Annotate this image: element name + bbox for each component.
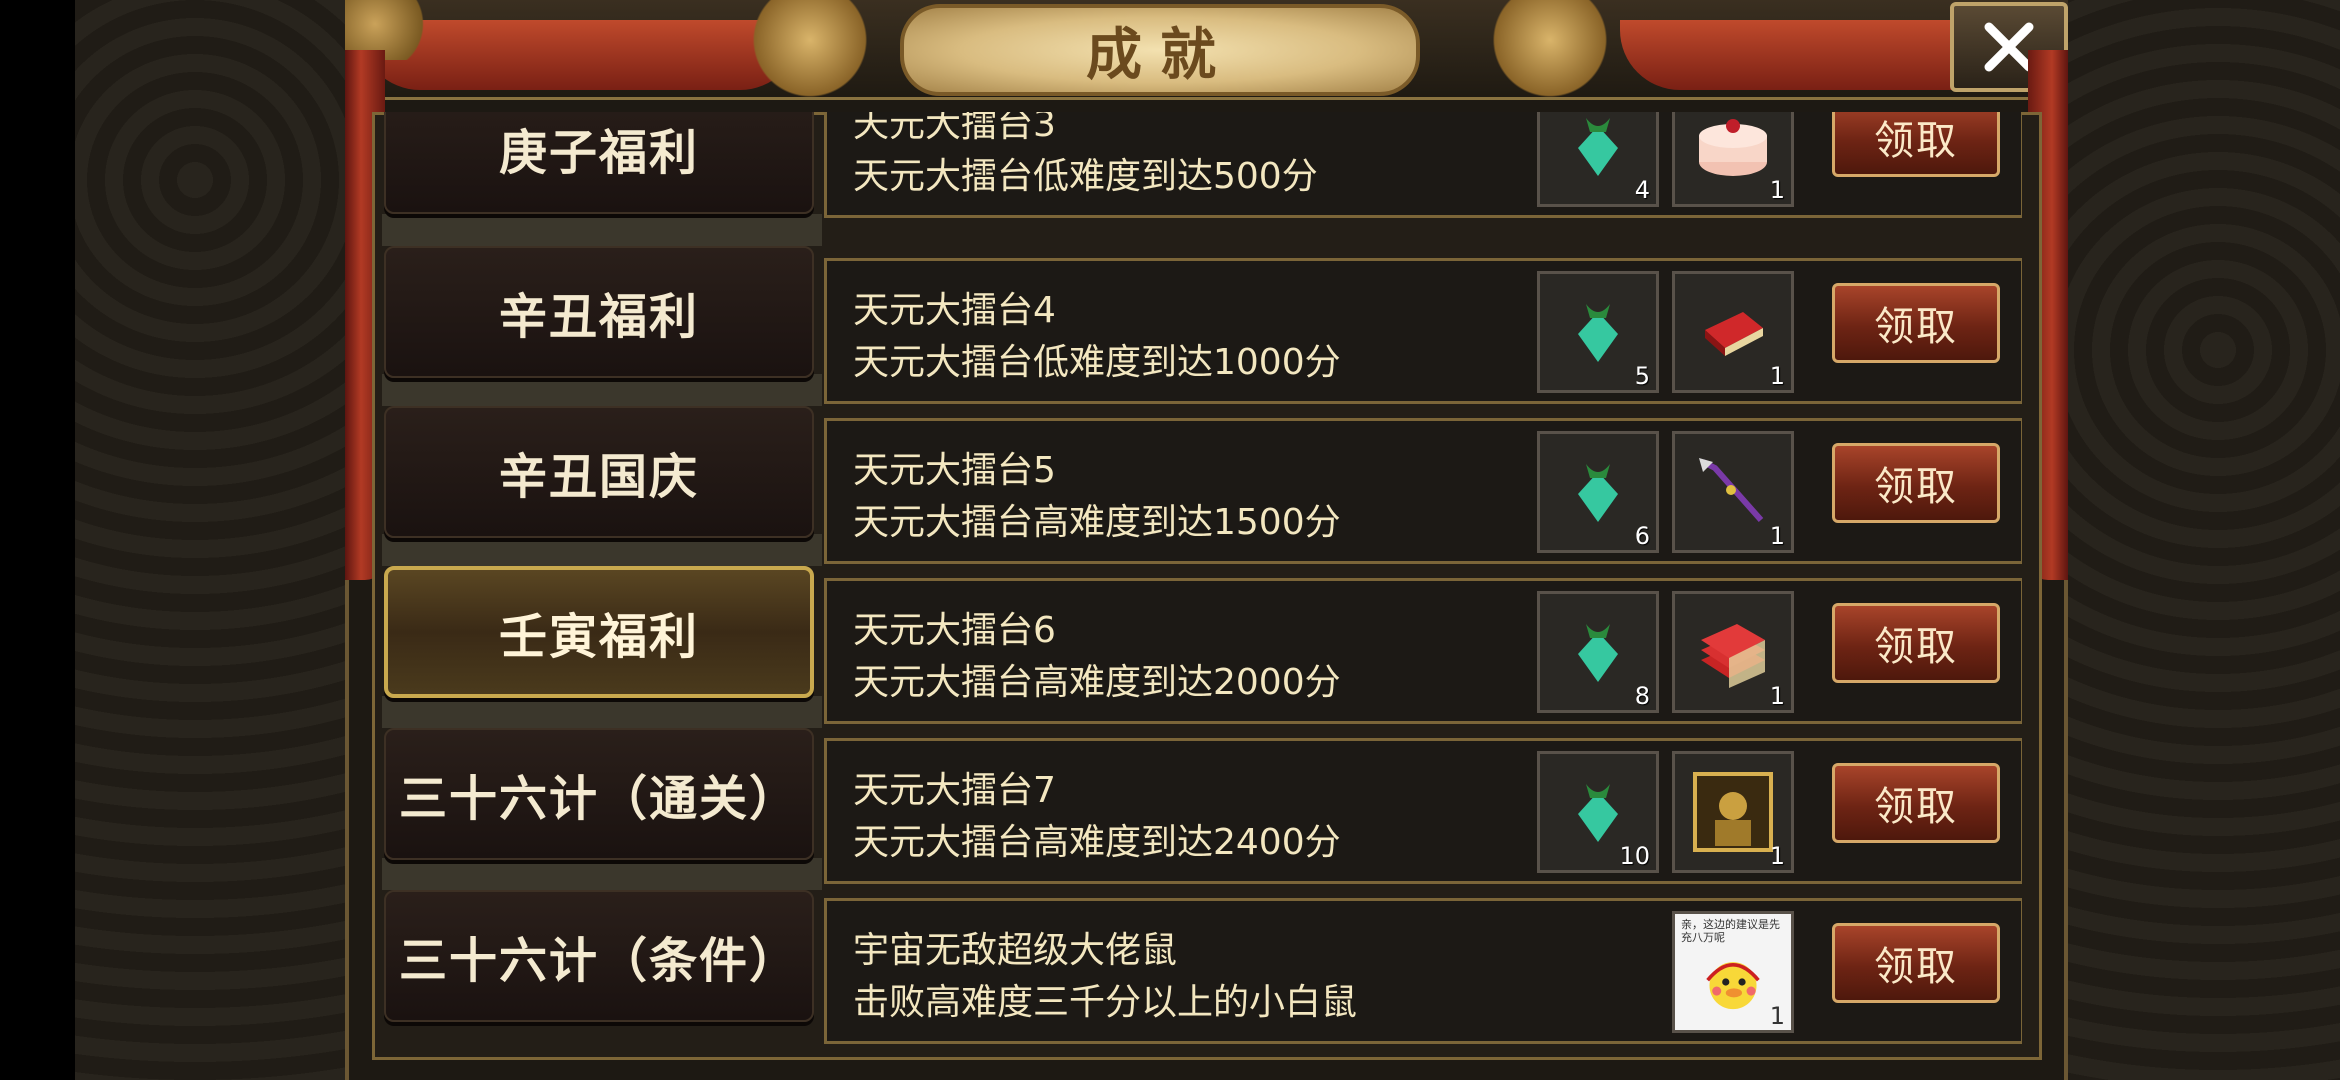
reward-count: 1 <box>1769 1002 1785 1030</box>
achievement-row: 天元大擂台4 天元大擂台低难度到达1000分 5 1 领取 <box>824 258 2022 404</box>
jade-gem-icon <box>1578 118 1618 176</box>
tab-divider <box>382 374 822 406</box>
reward-slot[interactable]: 1 <box>1672 271 1794 393</box>
red-book-icon <box>1705 312 1763 356</box>
achievement-description: 天元大擂台低难度到达1000分 <box>853 342 1341 383</box>
claim-button-label: 领取 <box>1874 944 1958 990</box>
achievement-title: 天元大擂台7 <box>853 770 1056 811</box>
book-stack-icon <box>1701 624 1765 688</box>
tab-divider <box>382 696 822 728</box>
achievement-title: 天元大擂台3 <box>853 112 1056 145</box>
tab-label: 辛丑福利 <box>498 289 699 345</box>
achievement-description: 天元大擂台高难度到达2000分 <box>853 662 1341 703</box>
tab-divider <box>382 858 822 890</box>
achievement-title: 宇宙无敌超级大佬鼠 <box>853 930 1178 971</box>
jade-gem-icon <box>1578 624 1618 682</box>
reward-slot[interactable]: 4 <box>1537 112 1659 207</box>
claim-button[interactable]: 领取 <box>1832 443 2000 523</box>
jade-gem-icon <box>1578 464 1618 522</box>
reward-count: 1 <box>1769 522 1785 550</box>
tab-divider <box>382 534 822 566</box>
reward-slot[interactable]: 1 <box>1672 751 1794 873</box>
claim-button-label: 领取 <box>1874 118 1958 164</box>
background-pattern-right <box>2068 0 2340 1080</box>
spear-icon <box>1699 458 1764 522</box>
reward-slot[interactable]: 1 <box>1672 431 1794 553</box>
reward-count: 1 <box>1769 362 1785 390</box>
claim-button-label: 领取 <box>1874 464 1958 510</box>
reward-slot[interactable]: 5 <box>1537 271 1659 393</box>
reward-slot[interactable]: 1 <box>1672 112 1794 207</box>
reward-count: 6 <box>1634 522 1650 550</box>
claim-button[interactable]: 领取 <box>1832 603 2000 683</box>
achievement-row: 天元大擂台7 天元大擂台高难度到达2400分 10 1 领取 <box>824 738 2022 884</box>
reward-count: 5 <box>1634 362 1650 390</box>
achievement-title: 天元大擂台4 <box>853 290 1056 331</box>
tab-xinchou-national-day[interactable]: 辛丑国庆 <box>384 406 814 538</box>
tab-xinchou-welfare[interactable]: 辛丑福利 <box>384 246 814 378</box>
claim-button[interactable]: 领取 <box>1832 923 2000 1003</box>
claim-button-label: 领取 <box>1874 304 1958 350</box>
category-tabs: 庚子福利 辛丑福利 辛丑国庆 壬寅福利 三十六计（通关） 三十六计（条件） <box>382 112 822 1052</box>
achievement-description: 天元大擂台低难度到达500分 <box>853 156 1318 197</box>
tab-renyin-welfare[interactable]: 壬寅福利 <box>384 566 814 698</box>
reward-slot[interactable]: 1 <box>1672 591 1794 713</box>
reward-count: 1 <box>1769 682 1785 710</box>
reward-count: 1 <box>1769 176 1785 204</box>
achievement-title: 天元大擂台6 <box>853 610 1056 651</box>
claim-button[interactable]: 领取 <box>1832 112 2000 177</box>
claim-button-label: 领取 <box>1874 624 1958 670</box>
title-plaque: 成就 <box>900 4 1420 96</box>
claim-button-label: 领取 <box>1874 784 1958 830</box>
achievement-row: 宇宙无敌超级大佬鼠 击败高难度三千分以上的小白鼠 亲，这边的建议是先充八万呢 1… <box>824 898 2022 1044</box>
achievement-description: 天元大擂台高难度到达1500分 <box>853 502 1341 543</box>
tab-label: 壬寅福利 <box>498 609 699 665</box>
tab-label: 三十六计（通关） <box>398 771 799 827</box>
tab-label: 庚子福利 <box>498 125 699 181</box>
reward-slot[interactable]: 8 <box>1537 591 1659 713</box>
reward-count: 1 <box>1769 842 1785 870</box>
scroll-ornament-right-icon <box>1480 0 1620 100</box>
tab-36-stratagems-condition[interactable]: 三十六计（条件） <box>384 890 814 1022</box>
warrior-portrait-icon <box>1693 772 1773 852</box>
achievement-row: 天元大擂台6 天元大擂台高难度到达2000分 8 1 领取 <box>824 578 2022 724</box>
reward-slot[interactable]: 亲，这边的建议是先充八万呢 1 <box>1672 911 1794 1033</box>
achievement-description: 击败高难度三千分以上的小白鼠 <box>853 982 1358 1023</box>
reward-count: 10 <box>1619 842 1650 870</box>
page-title: 成就 <box>1086 22 1234 88</box>
background-pattern-left <box>75 0 345 1080</box>
duck-sticker-icon <box>1706 962 1760 1010</box>
sticker-caption: 亲，这边的建议是先充八万呢 <box>1681 918 1780 944</box>
reward-slot[interactable]: 6 <box>1537 431 1659 553</box>
achievement-list[interactable]: 天元大擂台3 天元大擂台低难度到达500分 4 1 领取 天元大擂台4 天元大擂… <box>822 112 2022 1052</box>
reward-count: 8 <box>1634 682 1650 710</box>
achievement-description: 天元大擂台高难度到达2400分 <box>853 822 1341 863</box>
tab-label: 三十六计（条件） <box>398 933 799 989</box>
left-letterbox <box>0 0 75 1080</box>
reward-slot[interactable]: 10 <box>1537 751 1659 873</box>
jade-gem-icon <box>1578 304 1618 362</box>
claim-button[interactable]: 领取 <box>1832 283 2000 363</box>
scroll-ornament-left-icon <box>740 0 880 100</box>
tab-36-stratagems-clear[interactable]: 三十六计（通关） <box>384 728 814 860</box>
achievement-row: 天元大擂台3 天元大擂台低难度到达500分 4 1 领取 <box>824 112 2022 218</box>
achievement-row: 天元大擂台5 天元大擂台高难度到达1500分 6 1 领取 <box>824 418 2022 564</box>
tab-gengzi-welfare[interactable]: 庚子福利 <box>384 112 814 214</box>
achievement-title: 天元大擂台5 <box>853 450 1056 491</box>
claim-button[interactable]: 领取 <box>1832 763 2000 843</box>
tab-label: 辛丑国庆 <box>498 449 699 505</box>
tab-divider <box>382 214 822 246</box>
reward-count: 4 <box>1634 176 1650 204</box>
cake-icon <box>1699 119 1767 176</box>
